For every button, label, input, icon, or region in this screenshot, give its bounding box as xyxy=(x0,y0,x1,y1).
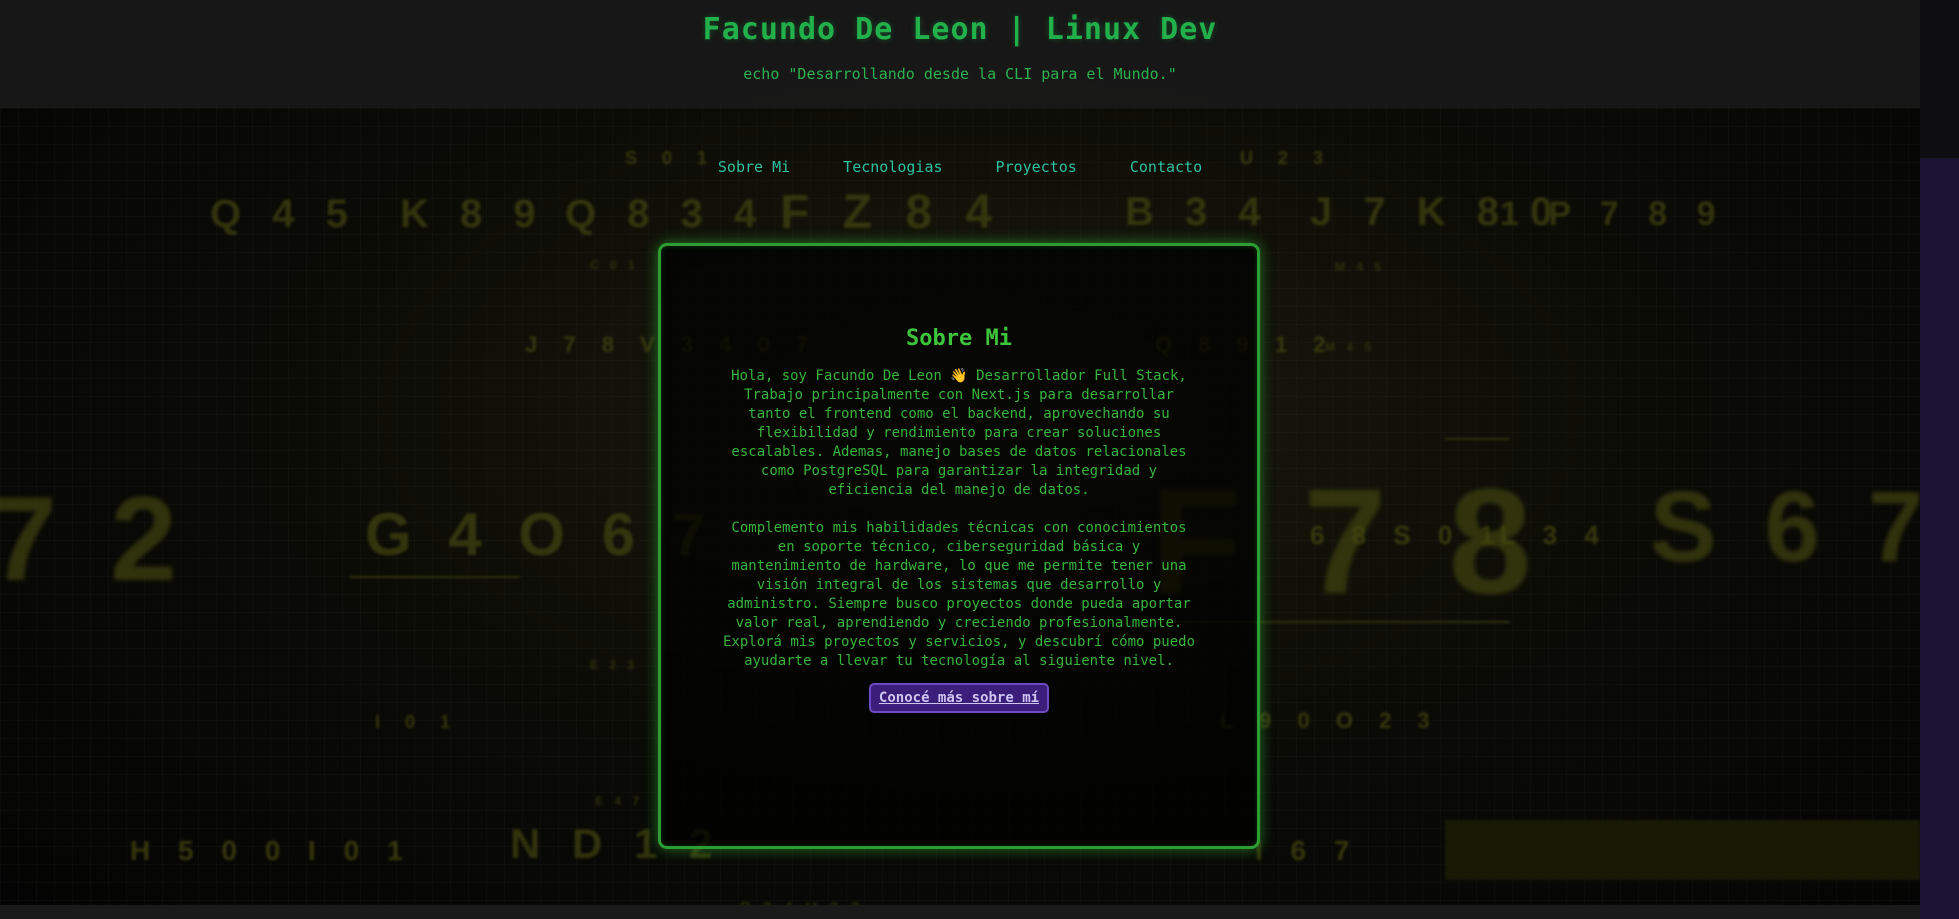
nav-link-tecnologias[interactable]: Tecnologias xyxy=(843,158,942,176)
background-glyph: Q 4 5 xyxy=(210,192,358,236)
background-glyph: J 7 K 8 0 xyxy=(1310,190,1563,234)
background-glyph: K 8 9 xyxy=(400,192,546,236)
scrollbar-top xyxy=(1920,0,1959,158)
nav-link-proyectos[interactable]: Proyectos xyxy=(996,158,1077,176)
background-glyph: E 4 7 xyxy=(595,794,644,808)
background-glyph: Q 8 3 4 xyxy=(565,192,767,236)
background-glyph: C 0 1 xyxy=(590,258,639,272)
main-nav: Sobre Mi Tecnologias Proyectos Contacto xyxy=(0,158,1920,176)
background-glyph: 1 P 7 8 9 xyxy=(1500,195,1726,233)
background-glyph: M 4 5 xyxy=(1335,260,1386,274)
background-glyph: M 4 5 xyxy=(1325,340,1376,354)
about-body: Hola, soy Facundo De Leon 👋 Desarrollado… xyxy=(720,367,1198,671)
background-glyph: 7 2 xyxy=(0,472,187,606)
site-header: Facundo De Leon | Linux Dev echo "Desarr… xyxy=(0,0,1920,108)
about-card: Sobre Mi Hola, soy Facundo De Leon 👋 Des… xyxy=(658,243,1260,849)
background-glyph: 6 8 S 0 1 xyxy=(1310,520,1505,550)
about-paragraph-intro: Hola, soy Facundo De Leon 👋 Desarrollado… xyxy=(731,368,1187,498)
background-glyph: S 6 7 xyxy=(1650,471,1934,583)
background-glyph: E 2 3 xyxy=(590,658,639,672)
about-paragraph-skills: Complemento mis habilidades técnicas con… xyxy=(722,520,1195,669)
site-title: Facundo De Leon | Linux Dev xyxy=(702,12,1218,47)
background-glyph: L 3 4 xyxy=(1500,520,1609,550)
background-glyph: I 0 1 xyxy=(375,712,461,732)
learn-more-button[interactable]: Conocé más sobre mí xyxy=(868,683,1050,713)
background-glyph: H 5 0 0 I 0 1 xyxy=(130,835,413,866)
background-glyph: I 6 7 xyxy=(1255,835,1360,866)
background-terminal-block xyxy=(1445,820,1920,880)
nav-link-contacto[interactable]: Contacto xyxy=(1130,158,1202,176)
background-glyph: F Z 8 4 xyxy=(780,186,1003,239)
background-glyph: B 3 4 xyxy=(1125,190,1271,234)
background-line xyxy=(350,576,520,578)
page-bottom-edge xyxy=(0,905,1920,919)
page-scrollbar-area xyxy=(1920,0,1959,919)
about-title: Sobre Mi xyxy=(906,326,1012,351)
page: 7 2 F 7 8 S 6 7 G 4 O 6 7 Q 4 5 K 8 9 Q … xyxy=(0,0,1959,919)
nav-link-sobre-mi[interactable]: Sobre Mi xyxy=(718,158,790,176)
site-tagline: echo "Desarrollando desde la CLI para el… xyxy=(743,65,1177,83)
background-line xyxy=(1445,438,1510,440)
